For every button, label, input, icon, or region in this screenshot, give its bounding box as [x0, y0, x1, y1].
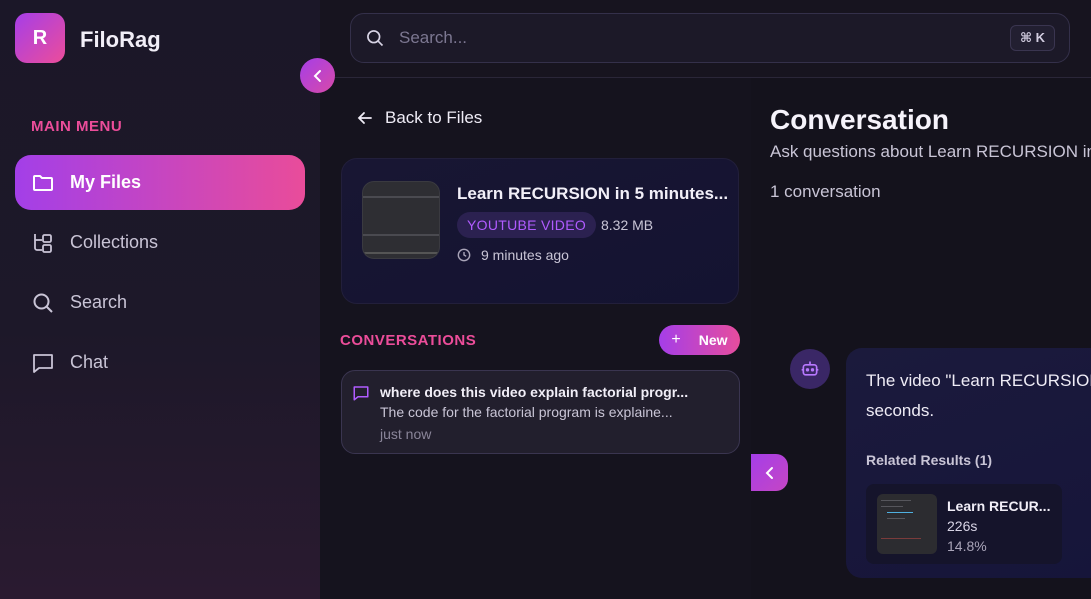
message-icon [352, 384, 370, 407]
file-size: 8.32 MB [601, 217, 654, 233]
bot-message: The video "Learn RECURSION seconds. Rela… [846, 348, 1091, 578]
sidebar-item-label: Search [70, 292, 128, 312]
sidebar-item-my-files[interactable]: My Files [15, 155, 305, 210]
main-menu-title: MAIN MENU [31, 118, 123, 135]
sidebar-item-label: Chat [70, 352, 109, 372]
plus-icon: + [671, 331, 681, 348]
sidebar-item-label: Collections [70, 232, 159, 252]
bot-message-text: The video "Learn RECURSION seconds. [866, 366, 1091, 426]
conversation-title: Conversation [770, 104, 949, 135]
clock-icon [457, 248, 471, 262]
file-upload-time-text: 9 minutes ago [481, 247, 569, 263]
search-input[interactable] [399, 28, 979, 48]
bot-message-line: The video "Learn RECURSION [866, 371, 1091, 390]
related-result-thumbnail [877, 494, 937, 554]
bot-message-line: seconds. [866, 401, 935, 420]
search-shortcut-badge: ⌘ K [1009, 25, 1055, 51]
conversations-title: CONVERSATIONS [340, 332, 477, 349]
conversation-panel: Conversation Ask questions about Learn R… [751, 78, 1091, 599]
chevron-left-icon [313, 69, 321, 82]
file-card: Learn RECURSION in 5 minutes... YOUTUBE … [341, 158, 739, 304]
chevron-left-icon [765, 466, 773, 479]
file-upload-time: 9 minutes ago [457, 247, 569, 263]
conversation-subtitle: Ask questions about Learn RECURSION in [770, 142, 1091, 161]
top-bar: ⌘ K [320, 0, 1091, 78]
file-title: Learn RECURSION in 5 minutes... [457, 184, 729, 203]
related-result-card[interactable]: Learn RECUR... 226s 14.8% [866, 484, 1062, 564]
conversation-count: 1 conversation [770, 182, 881, 201]
back-to-files-link[interactable]: Back to Files [357, 108, 482, 128]
conversation-list-item[interactable]: where does this video explain factorial … [341, 370, 740, 454]
sidebar-item-label: My Files [70, 172, 142, 192]
file-detail-panel: Back to Files Learn RECURSION in 5 minut… [320, 78, 751, 599]
file-type-badge: YOUTUBE VIDEO [457, 212, 597, 238]
chat-icon [30, 350, 56, 376]
related-result-time: 226s [947, 518, 978, 534]
app-logo[interactable]: R [15, 13, 65, 63]
sidebar: R FiloRag MAIN MENU My Files Collections… [0, 0, 320, 599]
search-bar[interactable]: ⌘ K [350, 13, 1070, 63]
conversation-time: just now [380, 426, 432, 442]
sidebar-item-chat[interactable]: Chat [15, 335, 305, 390]
new-button-label: New [698, 332, 728, 348]
app-name: FiloRag [80, 27, 161, 52]
back-link-label: Back to Files [385, 108, 483, 127]
conversation-list-toggle[interactable] [751, 454, 788, 491]
file-thumbnail [362, 181, 440, 259]
conversation-answer-preview: The code for the factorial program is ex… [380, 404, 673, 420]
conversation-question: where does this video explain factorial … [380, 384, 689, 400]
search-icon [367, 30, 384, 47]
search-icon [30, 290, 56, 316]
robot-icon [801, 361, 819, 376]
sidebar-item-search[interactable]: Search [15, 275, 305, 330]
collections-icon [30, 230, 56, 256]
folder-icon [30, 170, 56, 196]
sidebar-collapse-button[interactable] [300, 58, 335, 93]
arrow-left-icon [357, 112, 372, 124]
related-results-title: Related Results (1) [866, 452, 993, 468]
sidebar-item-collections[interactable]: Collections [15, 215, 305, 270]
related-result-title: Learn RECUR... [947, 498, 1051, 514]
logo-letter: R [32, 26, 48, 49]
bot-avatar [790, 349, 830, 389]
new-conversation-button[interactable]: + New [659, 325, 740, 355]
related-result-score: 14.8% [947, 538, 987, 554]
